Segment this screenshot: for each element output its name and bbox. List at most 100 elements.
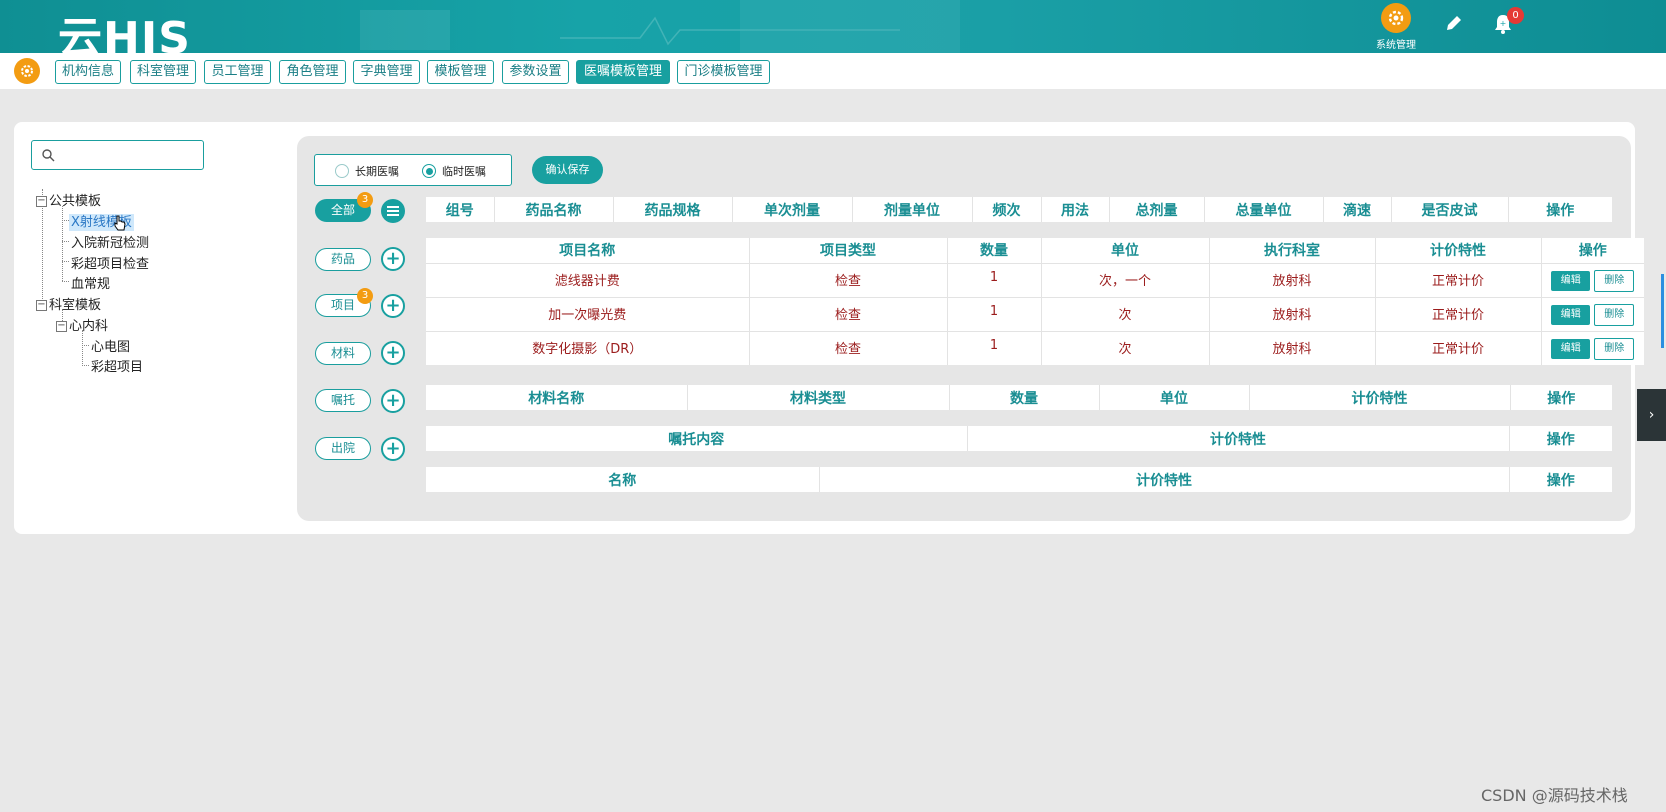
col-header: 数量 [949, 385, 1100, 410]
category-all-badge: 3 [357, 192, 373, 208]
item-name: 滤线器计费 [426, 262, 750, 297]
scrollbar-thumb[interactable] [1661, 274, 1664, 348]
tab-template-mgmt[interactable]: 模板管理 [427, 60, 494, 84]
svg-text:+: + [1500, 19, 1507, 28]
col-header: 频次 [972, 197, 1042, 222]
item-type: 检查 [749, 330, 948, 365]
confirm-save-button[interactable]: 确认保存 [532, 156, 603, 184]
col-header: 药品名称 [494, 197, 614, 222]
pencil-icon [1447, 16, 1461, 30]
tree-connector [82, 330, 83, 366]
table-row: 数字化摄影（DR） 检查 1 次 放射科 正常计价 编辑 删除 [426, 330, 1644, 365]
item-qty: 1 [947, 330, 1042, 365]
radio-temporary[interactable]: 临时医嘱 [422, 163, 486, 179]
collapse-icon[interactable]: − [56, 321, 67, 332]
tree-node-blood-routine[interactable]: 血常规 [71, 273, 110, 292]
radio-circle-icon [335, 164, 349, 178]
tab-param-settings[interactable]: 参数设置 [502, 60, 569, 84]
row-actions: 编辑 删除 [1541, 262, 1644, 297]
mouse-cursor-icon [114, 215, 126, 231]
radio-long-term[interactable]: 长期医嘱 [335, 163, 399, 179]
tree-node-ecg[interactable]: 心电图 [91, 336, 130, 355]
tree-node-ultrasound-items[interactable]: 彩超项目 [91, 356, 143, 375]
table-row: 滤线器计费 检查 1 次，一个 放射科 正常计价 编辑 删除 [426, 262, 1644, 297]
app-logo: 云HIS [58, 13, 191, 53]
edit-button[interactable]: 编辑 [1551, 338, 1591, 359]
add-material-button[interactable]: + [381, 341, 405, 365]
col-header: 操作 [1547, 390, 1576, 407]
item-table-header: 项目名称 项目类型 数量 单位 执行科室 计价特性 操作 [426, 238, 1644, 263]
table-row: 加一次曝光费 检查 1 次 放射科 正常计价 编辑 删除 [426, 296, 1644, 331]
col-header: 用法 [1041, 197, 1110, 222]
edit-pencil-button[interactable] [1444, 13, 1464, 37]
collapse-icon[interactable]: − [36, 196, 47, 207]
item-pricing: 正常计价 [1375, 262, 1542, 297]
tree-node-ultrasound[interactable]: 彩超项目检查 [71, 253, 149, 272]
tab-dept-mgmt[interactable]: 科室管理 [130, 60, 196, 84]
item-dept: 放射科 [1209, 262, 1376, 297]
edit-button[interactable]: 编辑 [1551, 304, 1591, 325]
tab-order-template-mgmt[interactable]: 医嘱模板管理 [576, 60, 670, 84]
item-pricing: 正常计价 [1375, 296, 1542, 331]
row-actions: 编辑 删除 [1541, 330, 1644, 365]
delete-button[interactable]: 删除 [1594, 303, 1635, 326]
radio-checked-icon [422, 164, 436, 178]
tree-node-public[interactable]: − 公共模板 [36, 190, 101, 209]
tab-outpatient-template-mgmt[interactable]: 门诊模板管理 [677, 60, 770, 84]
search-icon [42, 149, 55, 162]
item-dept: 放射科 [1209, 330, 1376, 365]
collapse-icon[interactable]: − [36, 300, 47, 311]
tree-node-dept[interactable]: − 科室模板 [36, 294, 101, 313]
watermark: CSDN @源码技术栈 [1481, 786, 1628, 805]
settings-gear-icon[interactable] [14, 58, 40, 84]
item-pricing: 正常计价 [1375, 330, 1542, 365]
entrust-table-header: 嘱托内容 计价特性 操作 [426, 426, 1612, 451]
category-discharge-button[interactable]: 出院 [315, 437, 371, 460]
discharge-table-header: 名称 计价特性 操作 [426, 467, 1612, 492]
tree-search-input[interactable] [31, 140, 204, 170]
item-dept: 放射科 [1209, 296, 1376, 331]
col-header: 操作 [1546, 202, 1575, 219]
tab-staff-mgmt[interactable]: 员工管理 [204, 60, 271, 84]
tree-node-covid-test[interactable]: 入院新冠检测 [71, 232, 149, 251]
col-header: 执行科室 [1209, 238, 1376, 263]
plus-icon: + [385, 248, 401, 269]
add-item-button[interactable]: + [381, 294, 405, 318]
col-header: 药品规格 [613, 197, 733, 222]
tree-node-cardiology[interactable]: − 心内科 [56, 315, 108, 334]
list-menu-button[interactable] [381, 199, 405, 223]
add-entrust-button[interactable]: + [381, 389, 405, 413]
category-drug-button[interactable]: 药品 [315, 248, 371, 271]
category-material-button[interactable]: 材料 [315, 342, 371, 365]
add-discharge-button[interactable]: + [381, 437, 405, 461]
tab-role-mgmt[interactable]: 角色管理 [279, 60, 346, 84]
col-header: 是否皮试 [1391, 197, 1509, 222]
col-header: 材料名称 [426, 385, 688, 410]
delete-button[interactable]: 删除 [1594, 269, 1635, 292]
chevron-right-icon: › [1648, 407, 1655, 423]
item-type: 检查 [749, 262, 948, 297]
material-table-header: 材料名称 材料类型 数量 单位 计价特性 操作 [426, 385, 1612, 410]
tree-connector [62, 206, 63, 281]
col-header: 操作 [1546, 472, 1575, 489]
add-drug-button[interactable]: + [381, 247, 405, 271]
edit-button[interactable]: 编辑 [1551, 270, 1591, 291]
category-entrust-button[interactable]: 嘱托 [315, 389, 371, 412]
col-header: 单次剂量 [732, 197, 853, 222]
col-header: 操作 [1546, 431, 1575, 448]
col-header: 组号 [426, 197, 495, 222]
system-management-button[interactable]: 系统管理 [1368, 3, 1424, 51]
delete-button[interactable]: 删除 [1594, 337, 1635, 360]
item-type: 检查 [749, 296, 948, 331]
row-actions: 编辑 删除 [1541, 296, 1644, 331]
app-header: 云HIS 系统管理 + 0 [0, 0, 1666, 53]
col-header: 计价特性 [967, 426, 1510, 451]
col-header: 项目名称 [426, 238, 750, 263]
menu-icon [387, 206, 399, 216]
tab-org-info[interactable]: 机构信息 [55, 60, 121, 84]
col-header: 数量 [947, 238, 1042, 263]
item-unit: 次 [1041, 330, 1210, 365]
tab-dict-mgmt[interactable]: 字典管理 [353, 60, 420, 84]
side-panel-toggle[interactable]: › [1637, 389, 1666, 441]
notification-count-badge: 0 [1507, 7, 1524, 24]
